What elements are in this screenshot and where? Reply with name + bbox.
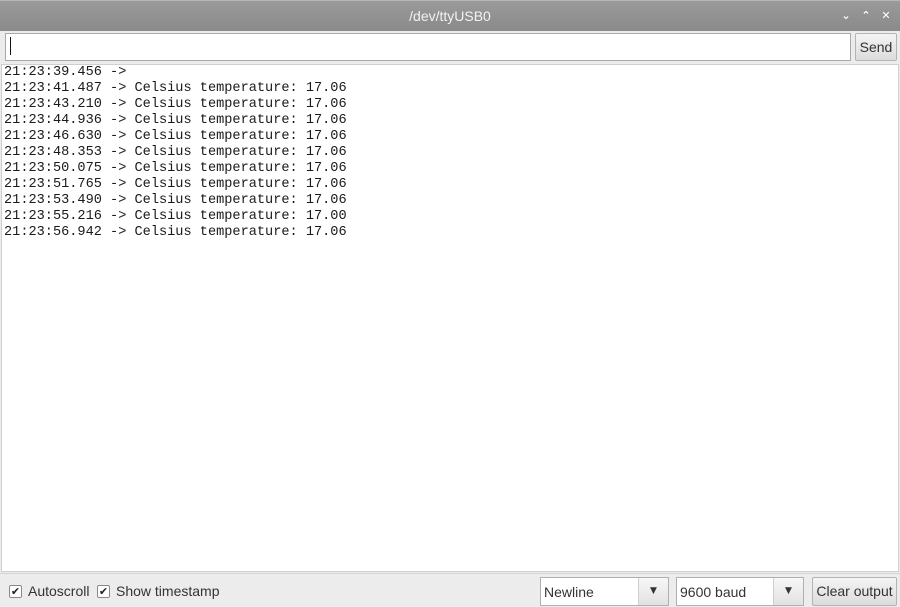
- baud-rate-value: 9600 baud: [680, 584, 747, 600]
- text-caret: [10, 37, 11, 55]
- line-ending-select[interactable]: Newline ▼: [540, 577, 669, 606]
- autoscroll-checkbox[interactable]: ✔: [9, 585, 22, 598]
- title-bar: /dev/ttyUSB0 ⌄ ⌃ ✕: [0, 0, 900, 31]
- output-line: 21:23:50.075 -> Celsius temperature: 17.…: [4, 161, 347, 176]
- maximize-icon[interactable]: ⌃: [858, 7, 874, 25]
- window-title: /dev/ttyUSB0: [409, 8, 491, 24]
- output-line: 21:23:39.456 ->: [4, 65, 135, 80]
- clear-output-button[interactable]: Clear output: [812, 577, 897, 606]
- output-line: 21:23:44.936 -> Celsius temperature: 17.…: [4, 113, 347, 128]
- chevron-down-icon[interactable]: ▼: [638, 578, 668, 605]
- close-icon[interactable]: ✕: [878, 7, 894, 25]
- show-timestamp-label[interactable]: Show timestamp: [116, 583, 219, 599]
- output-line: 21:23:53.490 -> Celsius temperature: 17.…: [4, 193, 347, 208]
- line-ending-value: Newline: [544, 584, 594, 600]
- baud-rate-select[interactable]: 9600 baud ▼: [676, 577, 804, 606]
- output-line: 21:23:56.942 -> Celsius temperature: 17.…: [4, 225, 347, 240]
- output-line: 21:23:55.216 -> Celsius temperature: 17.…: [4, 209, 347, 224]
- send-button[interactable]: Send: [855, 33, 897, 61]
- bottom-bar: ✔ Autoscroll ✔ Show timestamp Newline ▼ …: [0, 573, 900, 607]
- minimize-icon[interactable]: ⌄: [838, 7, 854, 25]
- output-line: 21:23:51.765 -> Celsius temperature: 17.…: [4, 177, 347, 192]
- output-line: 21:23:48.353 -> Celsius temperature: 17.…: [4, 145, 347, 160]
- serial-output[interactable]: 21:23:39.456 -> 21:23:41.487 -> Celsius …: [1, 64, 899, 572]
- autoscroll-label[interactable]: Autoscroll: [28, 583, 89, 599]
- output-line: 21:23:41.487 -> Celsius temperature: 17.…: [4, 81, 347, 96]
- output-line: 21:23:43.210 -> Celsius temperature: 17.…: [4, 97, 347, 112]
- output-line: 21:23:46.630 -> Celsius temperature: 17.…: [4, 129, 347, 144]
- chevron-down-icon[interactable]: ▼: [773, 578, 803, 605]
- show-timestamp-checkbox[interactable]: ✔: [97, 585, 110, 598]
- send-row: [0, 31, 900, 65]
- send-input[interactable]: [5, 33, 851, 61]
